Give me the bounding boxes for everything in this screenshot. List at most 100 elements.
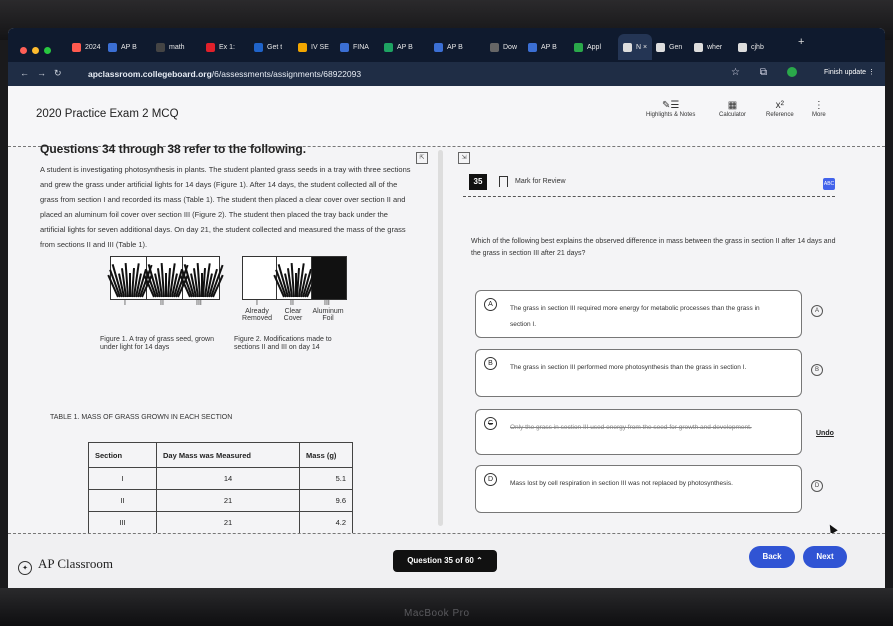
browser-tabbar: 2024 AP B math Ex 1: Get t IV SE FINA AP B AP B D… — [8, 28, 885, 62]
browser-tab[interactable]: math — [156, 34, 185, 60]
table-header: Day Mass was Measured — [156, 442, 300, 468]
strike-option-icon[interactable]: B — [811, 364, 823, 376]
bookmark-icon[interactable] — [499, 176, 508, 187]
browser-tab[interactable]: AP B — [384, 34, 413, 60]
grass-section — [143, 257, 189, 299]
tab-label: Appl — [587, 43, 602, 51]
table-cell: 14 — [156, 467, 300, 490]
question-divider — [463, 196, 835, 197]
stimulus-passage: A student is investigating photosynthesi… — [40, 165, 411, 249]
browser-tab[interactable]: IV SE — [298, 34, 329, 60]
profile-avatar[interactable] — [787, 67, 797, 77]
close-window-icon[interactable] — [20, 47, 27, 54]
exam-header: 2020 Practice Exam 2 MCQ ✎☰ Highlights & … — [8, 86, 885, 147]
laptop-bezel-bottom — [0, 588, 893, 626]
tab-label: Dow — [503, 43, 518, 51]
device-brand: MacBook Pro — [404, 608, 470, 619]
undo-strike-button[interactable]: Undo — [816, 430, 834, 437]
ap-classroom-logo: ✦ AP Classroom — [18, 556, 113, 575]
option-text: The grass in section III required more e… — [510, 305, 760, 328]
grass-section — [273, 257, 318, 299]
grass-section — [179, 257, 224, 299]
fig1-label: I — [124, 300, 126, 307]
highlighter-icon: ✎☰ — [662, 100, 680, 111]
option-a[interactable]: A The grass in section III required more… — [475, 290, 823, 338]
browser-tab[interactable]: 2024 — [72, 34, 101, 60]
figures: I II III Figure 1. A tray of grass seed,… — [38, 256, 398, 406]
tab-favicon-icon — [384, 42, 393, 52]
minimize-window-icon[interactable] — [32, 47, 39, 54]
maximize-window-icon[interactable] — [44, 47, 51, 54]
option-letter: C — [484, 417, 497, 430]
tab-favicon-icon — [340, 42, 349, 52]
tab-label: Gen — [669, 43, 683, 51]
finish-update-label: Finish update — [824, 69, 867, 76]
option-text: The grass in section III performed more … — [510, 364, 747, 371]
fig1-label: II — [160, 300, 164, 307]
tab-favicon-icon — [206, 42, 215, 52]
new-tab-icon[interactable]: + — [798, 36, 804, 48]
tab-label: math — [169, 43, 185, 51]
table-cell: I — [88, 467, 157, 490]
question-panel: 35 Mark for Review ABC Which of the foll… — [463, 168, 843, 528]
back-button[interactable]: Back — [749, 546, 795, 568]
table-cell: 4.2 — [299, 511, 353, 534]
option-text: Mass lost by cell respiration in section… — [510, 480, 733, 487]
mark-for-review-button[interactable]: Mark for Review — [515, 178, 566, 185]
fig2-sublabel: Clear Cover — [283, 308, 303, 322]
grass-section — [107, 257, 153, 299]
strike-option-icon[interactable]: D — [811, 480, 823, 492]
browser-tab[interactable]: AP B — [108, 34, 137, 60]
foil-section — [312, 257, 346, 299]
address-bar: ←→↻ apclassroom.collegeboard.org/6/asses… — [8, 62, 885, 86]
table-cell: 5.1 — [299, 467, 353, 490]
tab-favicon-icon — [528, 42, 537, 52]
finish-update-button[interactable]: Finish update ⋮ — [824, 68, 875, 76]
tab-label: Ex 1: — [219, 43, 235, 51]
tab-favicon-icon — [72, 42, 81, 52]
browser-tab[interactable]: Get t — [254, 34, 282, 60]
expand-right-icon[interactable]: ⇲ — [458, 152, 470, 164]
strike-option-icon[interactable]: A — [811, 305, 823, 317]
option-c[interactable]: C Only the grass in section III used ene… — [475, 409, 802, 455]
highlights-notes-tool[interactable]: ✎☰ Highlights & Notes — [646, 100, 695, 118]
tool-label: Highlights & Notes — [646, 112, 696, 118]
stimulus-panel: Questions 34 through 38 refer to the fol… — [38, 142, 436, 534]
next-button[interactable]: Next — [803, 546, 847, 568]
question-nav-label: Question 35 of 60 — [407, 556, 474, 565]
window-controls[interactable] — [20, 41, 56, 59]
browser-tab[interactable]: cjhb — [738, 34, 764, 60]
more-tool[interactable]: ⋮ More — [812, 100, 826, 118]
browser-tab[interactable]: Appl — [574, 34, 601, 60]
answer-eliminator-icon[interactable]: ABC — [823, 178, 835, 190]
table-row: II 21 9.6 — [88, 489, 353, 512]
stimulus-heading: Questions 34 through 38 refer to the fol… — [40, 142, 307, 156]
browser-tab[interactable]: wher — [694, 34, 722, 60]
browser-tab[interactable]: N × — [618, 34, 653, 60]
bookmark-star-icon[interactable]: ☆ — [731, 67, 740, 78]
panel-resize-handle[interactable] — [438, 150, 443, 526]
removed-section — [243, 257, 277, 299]
option-letter: A — [484, 298, 497, 311]
exam-title: 2020 Practice Exam 2 MCQ — [36, 108, 179, 120]
option-d[interactable]: D Mass lost by cell respiration in secti… — [475, 465, 823, 513]
browser-tab[interactable]: AP B — [434, 34, 463, 60]
table-cell: II — [88, 489, 157, 512]
extensions-icon[interactable]: ⧉ — [760, 67, 767, 78]
browser-tab[interactable]: FINA — [340, 34, 369, 60]
reference-tool[interactable]: x² Reference — [766, 100, 794, 118]
tab-favicon-icon — [434, 42, 443, 52]
nav-buttons[interactable]: ←→↻ — [20, 68, 70, 79]
browser-tab[interactable]: Gen — [656, 34, 682, 60]
browser-tab[interactable]: AP B — [528, 34, 557, 60]
browser-tab[interactable]: Ex 1: — [206, 34, 235, 60]
calculator-tool[interactable]: ▦ Calculator — [719, 100, 746, 118]
option-b[interactable]: B The grass in section III performed mor… — [475, 349, 823, 397]
fig2-label: I — [256, 300, 258, 307]
tool-label: Calculator — [719, 112, 747, 118]
browser-tab[interactable]: Dow — [490, 34, 517, 60]
fig2-sublabel: Already Removed — [242, 308, 272, 322]
question-navigator-button[interactable]: Question 35 of 60 ⌃ — [393, 550, 497, 572]
url-field[interactable]: apclassroom.collegeboard.org/6/assessmen… — [88, 69, 361, 79]
figure1-tray — [107, 256, 224, 300]
